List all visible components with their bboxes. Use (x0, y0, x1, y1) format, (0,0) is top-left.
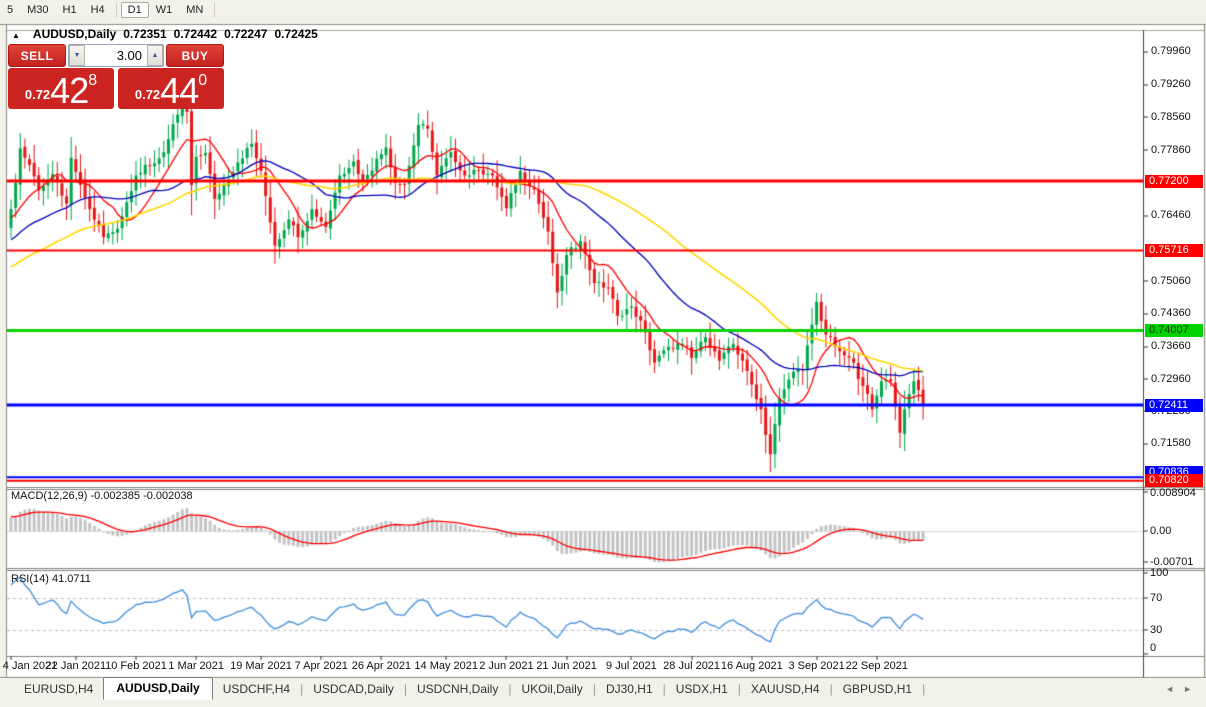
date-axis-label: 10 Feb 2021 (105, 660, 167, 672)
rsi-axis-tick-label: 30 (1150, 624, 1162, 636)
price-axis-tick-label: 0.71580 (1151, 437, 1191, 449)
macd-indicator-label: MACD(12,26,9) -0.002385 -0.002038 (11, 490, 193, 502)
chart-symbol-label: AUDUSD,Daily (33, 27, 116, 41)
price-axis-tick-label: 0.79960 (1151, 45, 1191, 57)
chart-tab-UKOil[interactable]: UKOil,Daily (511, 680, 592, 698)
trading-terminal-window: 5M30H1H4D1W1MN ▲ AUDUSD,Daily 0.72351 0.… (0, 0, 1206, 707)
volume-increase-button[interactable]: ▲ (147, 45, 163, 66)
buy-price-prefix: 0.72 (135, 87, 160, 102)
caret-up-icon: ▲ (152, 52, 159, 59)
chart-tab-USDCNH[interactable]: USDCNH,Daily (407, 680, 508, 698)
tab-separator: | (922, 682, 925, 696)
date-axis-label: 26 Apr 2021 (352, 660, 411, 672)
date-axis-label: 22 Jan 2021 (46, 660, 107, 672)
volume-stepper: ▼ 3.00 ▲ (68, 44, 164, 67)
sell-price-sup: 8 (88, 72, 97, 90)
date-axis-label: 21 Jun 2021 (536, 660, 597, 672)
chart-tab-USDCHF[interactable]: USDCHF,H4 (213, 680, 300, 698)
price-line-flag: 0.72411 (1145, 399, 1203, 412)
chart-collapse-icon[interactable]: ▲ (12, 31, 20, 40)
sell-price-prefix: 0.72 (25, 87, 50, 102)
price-axis-tick-label: 0.74360 (1151, 307, 1191, 319)
date-axis-label: 16 Aug 2021 (721, 660, 783, 672)
date-axis-label: 2 Jun 2021 (479, 660, 533, 672)
date-axis-label: 3 Sep 2021 (788, 660, 844, 672)
chart-tab-DJ30[interactable]: DJ30,H1 (596, 680, 663, 698)
chart-tab-GBPUSD[interactable]: GBPUSD,H1 (833, 680, 922, 698)
chart-high-value: 0.72442 (174, 27, 217, 41)
one-click-trading-panel: SELL ▼ 3.00 ▲ BUY 0.72428 0.72440 (8, 44, 224, 109)
date-axis-label: 19 Mar 2021 (230, 660, 292, 672)
date-axis-label: 22 Sep 2021 (846, 660, 908, 672)
sell-button[interactable]: SELL (8, 44, 66, 67)
tab-scroll-left-icon[interactable]: ◄ (1165, 684, 1174, 694)
sell-price-big: 42 (50, 76, 88, 106)
chart-tab-XAUUSD[interactable]: XAUUSD,H4 (741, 680, 830, 698)
rsi-axis-tick-label: 70 (1150, 592, 1162, 604)
price-line-flag: 0.75716 (1145, 244, 1203, 257)
macd-axis-tick-label: 0.00 (1150, 525, 1171, 537)
buy-price-sup: 0 (198, 72, 207, 90)
chart-tab-AUDUSD[interactable]: AUDUSD,Daily (103, 677, 212, 700)
chart-tab-USDX[interactable]: USDX,H1 (666, 680, 738, 698)
chart-close-value: 0.72425 (274, 27, 317, 41)
tab-scroll-right-icon[interactable]: ► (1183, 684, 1192, 694)
rsi-axis-tick-label: 100 (1150, 567, 1168, 579)
price-axis-tick-label: 0.79260 (1151, 78, 1191, 90)
date-axis-label: 1 Mar 2021 (168, 660, 224, 672)
chart-open-value: 0.72351 (123, 27, 166, 41)
price-line-flag: 0.70820 (1145, 474, 1203, 487)
caret-down-icon: ▼ (74, 52, 81, 59)
date-axis-label: 9 Jul 2021 (606, 660, 657, 672)
chart-tab-EURUSD[interactable]: EURUSD,H4 (14, 680, 103, 698)
price-axis-tick-label: 0.76460 (1151, 209, 1191, 221)
date-axis-label: 7 Apr 2021 (295, 660, 348, 672)
volume-input[interactable]: 3.00 (85, 45, 147, 66)
price-line-flag: 0.77200 (1145, 175, 1203, 188)
date-axis-label: 28 Jul 2021 (663, 660, 720, 672)
buy-price-display[interactable]: 0.72440 (118, 68, 224, 109)
rsi-axis-tick-label: 0 (1150, 642, 1156, 654)
sell-price-display[interactable]: 0.72428 (8, 68, 114, 109)
chart-low-value: 0.72247 (224, 27, 267, 41)
date-axis-label: 14 May 2021 (414, 660, 478, 672)
rsi-indicator-label: RSI(14) 41.0711 (11, 573, 91, 585)
price-axis-tick-label: 0.77860 (1151, 144, 1191, 156)
chart-tab-bar: EURUSD,H4AUDUSD,DailyUSDCHF,H4 | USDCAD,Da… (0, 678, 1206, 700)
price-line-flag: 0.74007 (1145, 324, 1203, 337)
buy-button[interactable]: BUY (166, 44, 224, 67)
price-axis-tick-label: 0.73660 (1151, 340, 1191, 352)
chart-tab-USDCAD[interactable]: USDCAD,Daily (303, 680, 404, 698)
buy-price-big: 44 (160, 76, 198, 106)
macd-axis-tick-label: 0.008904 (1150, 487, 1196, 499)
tab-scroll-arrows: ◄► (1165, 684, 1206, 694)
price-axis-tick-label: 0.75060 (1151, 275, 1191, 287)
volume-decrease-button[interactable]: ▼ (69, 45, 85, 66)
price-axis-tick-label: 0.72960 (1151, 373, 1191, 385)
chart-title: ▲ AUDUSD,Daily 0.72351 0.72442 0.72247 0… (12, 27, 318, 41)
price-axis-tick-label: 0.78560 (1151, 111, 1191, 123)
